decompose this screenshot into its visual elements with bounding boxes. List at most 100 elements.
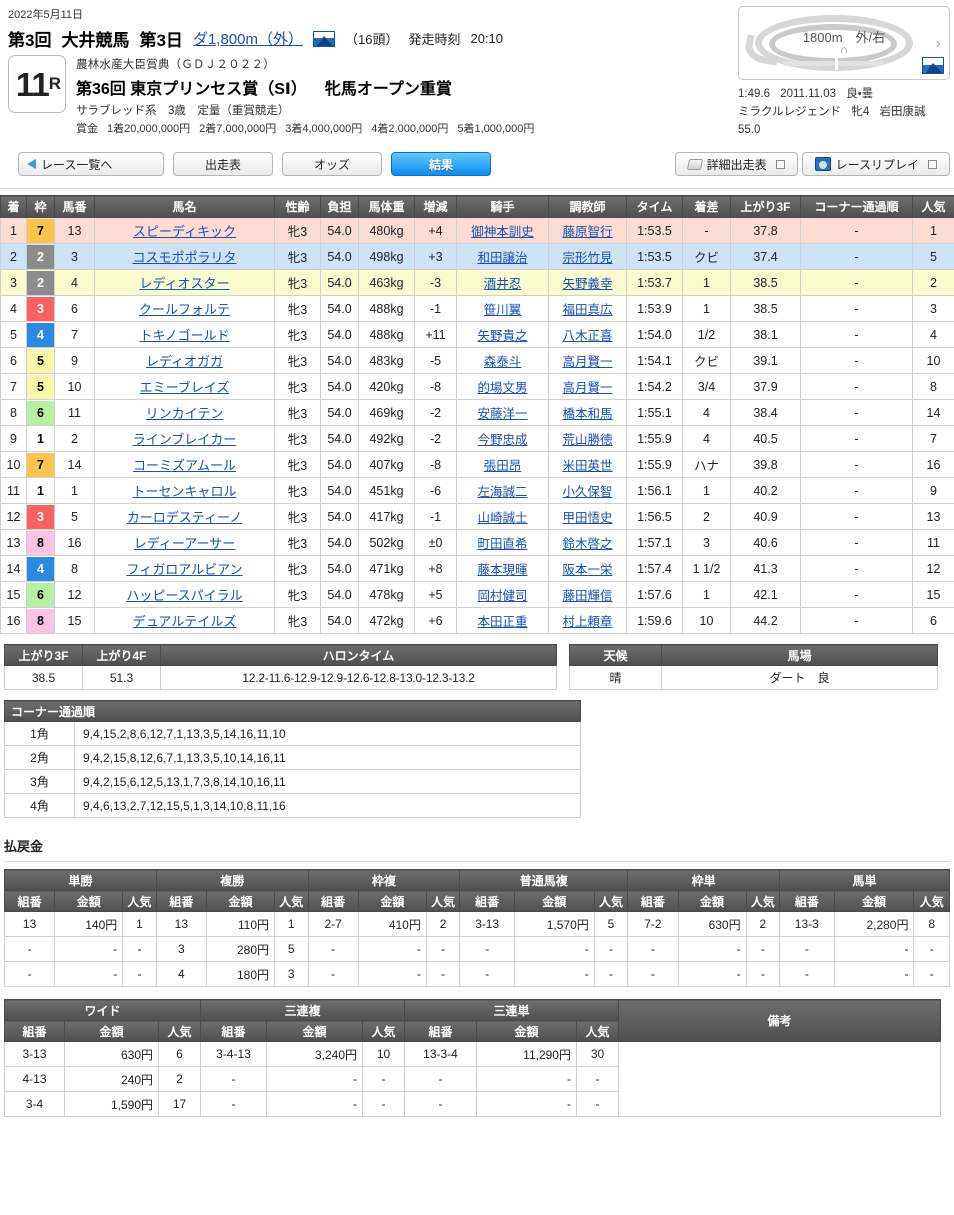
trainer-link[interactable]: 高月賢一 xyxy=(562,381,612,395)
chevron-right-icon[interactable]: › xyxy=(936,35,941,53)
wave-icon[interactable] xyxy=(312,30,335,47)
horse-name-link[interactable]: カーロデスティーノ xyxy=(127,510,242,525)
trainer-link[interactable]: 八木正喜 xyxy=(562,329,612,343)
horse-name-link[interactable]: デュアルテイルズ xyxy=(133,614,237,629)
cell-trainer: 荒山勝徳 xyxy=(548,425,627,452)
table-row: 1 7 13 スピーディキック 牝3 54.0 480kg +4 御神本訓史 藤原智行 1:53.5… xyxy=(0,217,954,244)
back-to-race-list-button[interactable]: レース一覧へ xyxy=(18,152,164,176)
record-time: 1:49.6 xyxy=(738,88,770,100)
condition-value-row: 晴 ダート 良 xyxy=(569,665,938,690)
trainer-link[interactable]: 阪本一栄 xyxy=(562,563,612,577)
jockey-link[interactable]: 酒井忍 xyxy=(484,277,522,291)
cell-time: 1:57.6 xyxy=(626,581,683,608)
lap-last-4f: 51.3 xyxy=(82,665,161,690)
condition-col-weather: 天候 xyxy=(569,644,662,666)
horse-name-link[interactable]: ラインブレイカー xyxy=(133,432,237,447)
track-diagram-card[interactable]: 1800m 外/右 ∩ › xyxy=(738,6,950,80)
trainer-link[interactable]: 藤原智行 xyxy=(562,225,612,239)
trainer-link[interactable]: 荒山勝徳 xyxy=(562,433,612,447)
trainer-link[interactable]: 福田真広 xyxy=(562,303,612,317)
jockey-link[interactable]: 藤本現暉 xyxy=(477,563,527,577)
payout-combo: 3-13 xyxy=(459,911,515,937)
tab-odds[interactable]: オッズ xyxy=(282,152,382,176)
horse-name-link[interactable]: レディオスター xyxy=(139,276,229,291)
horse-name-link[interactable]: ハッピースパイラル xyxy=(126,588,242,603)
cell-last-3f: 42.1 xyxy=(730,581,801,608)
horse-name-link[interactable]: クールフォルテ xyxy=(139,302,230,317)
payout-combo: - xyxy=(627,936,679,962)
trainer-link[interactable]: 高月賢一 xyxy=(562,355,612,369)
horse-name-link[interactable]: コーミズアムール xyxy=(133,458,236,473)
cell-body-weight: 469kg xyxy=(358,399,415,426)
header-divider xyxy=(0,188,954,189)
jockey-link[interactable]: 矢野貴之 xyxy=(477,329,527,343)
course-distance-link[interactable]: ダ1,800m（外） xyxy=(193,28,303,49)
trainer-link[interactable]: 橋本和馬 xyxy=(562,407,612,421)
horse-name-link[interactable]: リンカイテン xyxy=(146,406,224,421)
jockey-link[interactable]: 山崎誠士 xyxy=(477,511,527,525)
card-wave-icon[interactable] xyxy=(922,57,944,74)
corner-order-section: コーナー通過順 1角 9,4,15,2,8,6,12,7,1,13,3,5,14,… xyxy=(0,700,954,818)
jockey-link[interactable]: 岡村健司 xyxy=(477,589,527,603)
payout-combo: 3-4-13 xyxy=(200,1041,267,1067)
payout-subheader-cell: 組番 xyxy=(404,1020,477,1042)
horse-name-link[interactable]: レディオガガ xyxy=(146,354,223,369)
cell-body-weight: 478kg xyxy=(358,581,415,608)
lap-col-halon: ハロンタイム xyxy=(160,644,557,666)
col-carried-weight: 負担 xyxy=(320,195,359,218)
trainer-link[interactable]: 鈴木啓之 xyxy=(562,537,612,551)
horse-name-link[interactable]: トーセンキャロル xyxy=(132,484,236,499)
cell-last-3f: 40.6 xyxy=(730,529,801,556)
tab-entries[interactable]: 出走表 xyxy=(173,152,273,176)
horse-name-link[interactable]: エミーブレイズ xyxy=(140,380,230,395)
cell-weight-change: -2 xyxy=(414,399,457,426)
trainer-link[interactable]: 村上頼章 xyxy=(562,615,612,629)
trainer-link[interactable]: 小久保智 xyxy=(562,485,612,499)
cell-last-3f: 38.5 xyxy=(730,295,801,322)
trainer-link[interactable]: 宗形竹見 xyxy=(562,251,612,265)
tab-result[interactable]: 結果 xyxy=(391,152,491,176)
cell-waku: 8 xyxy=(26,529,55,556)
horse-name-link[interactable]: レディーアーサー xyxy=(134,536,236,551)
jockey-link[interactable]: 今野忠成 xyxy=(477,433,527,447)
cell-popularity: 8 xyxy=(912,373,954,400)
trainer-link[interactable]: 矢野義幸 xyxy=(562,277,612,291)
cell-trainer: 阪本一栄 xyxy=(548,555,627,582)
payout-popularity: - xyxy=(576,1066,619,1092)
cell-horse-name: レディオガガ xyxy=(94,347,275,374)
detail-entries-button[interactable]: 詳細出走表 xyxy=(674,152,798,176)
payout-amount: - xyxy=(513,936,595,962)
jockey-link[interactable]: 本田正重 xyxy=(477,615,527,629)
trainer-link[interactable]: 藤田輝信 xyxy=(562,589,612,603)
race-title-secondary: 牝馬オープン重賞 xyxy=(324,81,452,98)
horse-name-link[interactable]: コスモポポラリタ xyxy=(132,250,236,265)
cell-sex-age: 牝3 xyxy=(274,555,321,582)
trainer-link[interactable]: 米田英世 xyxy=(562,459,612,473)
jockey-link[interactable]: 和田譲治 xyxy=(477,251,527,265)
payout-amount: 3,240円 xyxy=(266,1041,363,1067)
jockey-link[interactable]: 張田昂 xyxy=(484,459,522,473)
cell-rank: 11 xyxy=(0,477,27,504)
race-prize-line: 賞金 1着20,000,000円 2着7,000,000円 3着4,000,000円 4… xyxy=(76,120,543,136)
trainer-link[interactable]: 甲田悟史 xyxy=(562,511,612,525)
horse-name-link[interactable]: トキノゴールド xyxy=(139,328,229,343)
nav-left-group: レース一覧へ 出走表 オッズ 結果 xyxy=(18,152,491,176)
cell-corner-order: - xyxy=(800,581,913,608)
jockey-link[interactable]: 笹川翼 xyxy=(484,303,522,317)
jockey-link[interactable]: 左海誠二 xyxy=(477,485,527,499)
jockey-link[interactable]: 安藤洋一 xyxy=(477,407,527,421)
col-sex-age: 性齢 xyxy=(274,195,321,218)
horse-name-link[interactable]: スピーディキック xyxy=(133,224,236,239)
jockey-link[interactable]: 的場文男 xyxy=(477,381,527,395)
jockey-link[interactable]: 御神本訓史 xyxy=(471,225,534,239)
external-window-icon xyxy=(775,159,785,169)
corner-table-body: 1角 9,4,15,2,8,6,12,7,1,13,3,5,14,16,11,10… xyxy=(4,721,582,818)
race-replay-label: レースリプレイ xyxy=(835,157,919,172)
jockey-link[interactable]: 森泰斗 xyxy=(484,355,522,369)
horse-name-link[interactable]: フィガロアルビアン xyxy=(126,562,242,577)
jockey-link[interactable]: 町田直希 xyxy=(477,537,527,551)
payout-amount: 410円 xyxy=(357,911,427,937)
cell-corner-order: - xyxy=(800,269,913,296)
cell-corner-order: - xyxy=(800,425,913,452)
race-replay-button[interactable]: レースリプレイ xyxy=(801,152,950,176)
